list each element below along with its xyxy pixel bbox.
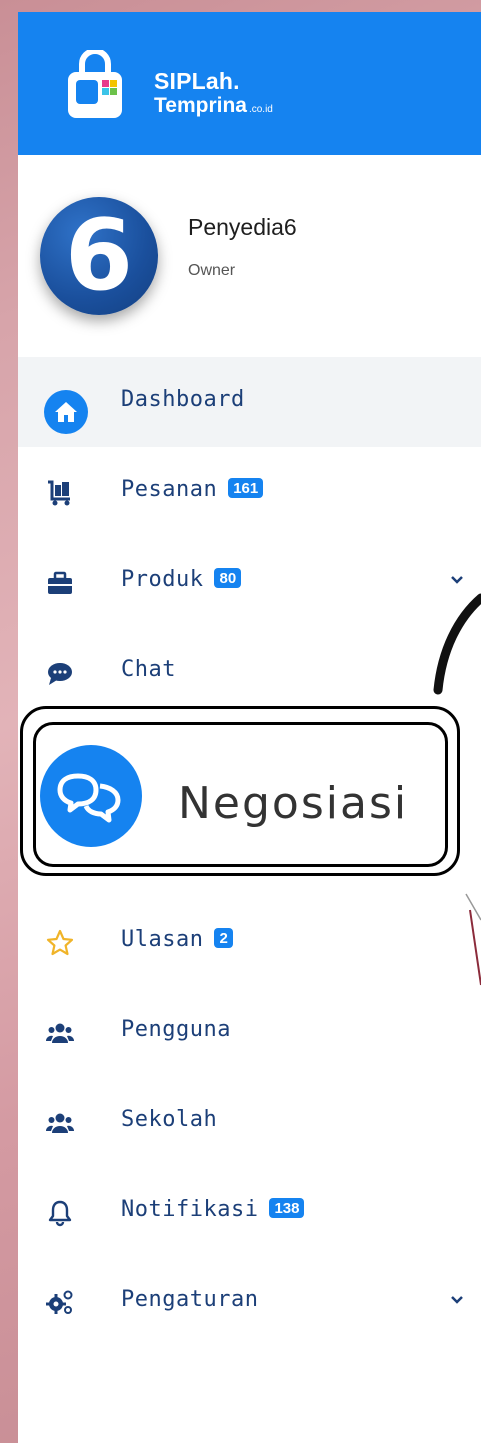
shopping-bag-logo-icon (68, 50, 122, 118)
user-role: Owner (188, 262, 236, 279)
menu-label-dashboard: Dashboard (121, 387, 245, 412)
avatar: 6 (40, 197, 158, 315)
ulasan-count-badge: 2 (214, 928, 233, 948)
user-name: Penyedia6 (188, 214, 297, 240)
chevron-down-icon[interactable] (450, 1295, 464, 1305)
menu-item-sekolah[interactable]: Sekolah (18, 1077, 481, 1167)
notifikasi-count-badge: 138 (269, 1198, 305, 1218)
cart-icon (48, 480, 70, 506)
chat-icon (48, 663, 72, 685)
gears-icon (46, 1290, 73, 1314)
menu-item-ulasan[interactable]: Ulasan 2 (18, 897, 481, 987)
chevron-down-icon[interactable] (450, 575, 464, 585)
menu-label-ulasan: Ulasan 2 (121, 927, 233, 952)
menu-label-pengguna: Pengguna (121, 1017, 231, 1042)
users-icon (46, 1023, 74, 1043)
menu-label-produk: Produk 80 (121, 567, 242, 592)
menu-label-chat: Chat (121, 657, 176, 682)
user-profile[interactable]: 6 Penyedia6 Owner (18, 155, 481, 360)
produk-count-badge: 80 (214, 568, 242, 588)
brand-domain: .co.id (248, 104, 273, 115)
menu-label-pesanan: Pesanan 161 (121, 477, 264, 502)
menu-item-pengguna[interactable]: Pengguna (18, 987, 481, 1077)
menu-item-produk[interactable]: Produk 80 (18, 537, 481, 627)
brand-name: SIPLah. (154, 68, 240, 94)
home-icon (55, 402, 77, 422)
menu-item-pengaturan[interactable]: Pengaturan (18, 1257, 481, 1347)
brand-subname: Temprina .co.id (154, 94, 273, 117)
menu-item-dashboard[interactable]: Dashboard (18, 357, 481, 447)
menu-item-notifikasi[interactable]: Notifikasi 138 (18, 1167, 481, 1257)
star-icon (46, 929, 74, 956)
menu-label-notifikasi: Notifikasi 138 (121, 1197, 305, 1222)
menu-label-sekolah: Sekolah (121, 1107, 218, 1132)
negotiation-icon (57, 773, 121, 823)
bell-icon (48, 1200, 72, 1227)
briefcase-icon (48, 571, 72, 594)
menu-label-negosiasi: Negosiasi (178, 778, 409, 829)
sidebar-header: SIPLah. Temprina .co.id (18, 12, 481, 155)
users-icon (46, 1113, 74, 1133)
menu-item-chat[interactable]: Chat (18, 627, 481, 717)
menu-label-pengaturan: Pengaturan (121, 1287, 259, 1312)
pesanan-count-badge: 161 (228, 478, 264, 498)
menu-item-pesanan[interactable]: Pesanan 161 (18, 447, 481, 537)
